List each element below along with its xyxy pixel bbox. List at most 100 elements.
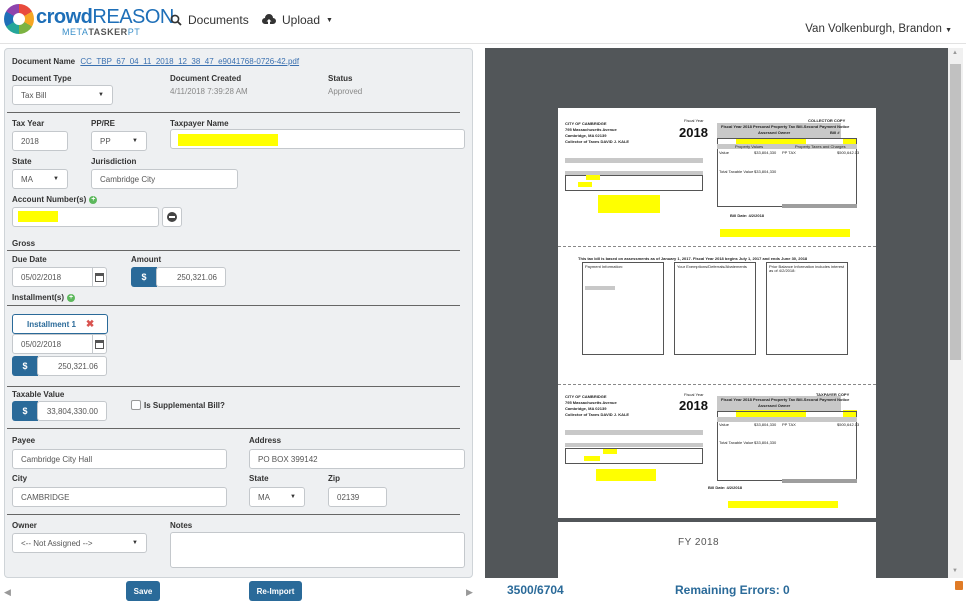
scroll-up-arrow-icon[interactable]: ▲: [952, 50, 958, 56]
divider: [7, 250, 460, 251]
taxable-value-label: Taxable Value: [12, 390, 65, 399]
nav-documents-label: Documents: [188, 13, 249, 27]
doc-city-2: CITY OF CAMBRIDGE: [565, 394, 607, 399]
installment-amount-input[interactable]: 250,321.06: [37, 356, 107, 376]
property-taxes-label: Property Taxes and Charges: [795, 144, 846, 149]
doc-collector: Collector of Taxes DAVID J. KALE: [565, 139, 630, 144]
bill-no-label: Bill #: [830, 130, 840, 135]
nav-documents[interactable]: Documents: [170, 13, 249, 27]
chevron-down-icon: ▼: [53, 176, 59, 182]
city-input[interactable]: CAMBRIDGE: [12, 487, 227, 507]
divider: [7, 514, 460, 515]
remaining-errors: Remaining Errors: 0: [675, 583, 790, 597]
crowdreason-logo[interactable]: crowdREASON METATASKERPT: [4, 3, 174, 41]
value-label: Value: [719, 150, 729, 155]
installment-tab-1[interactable]: Installment 1 ✖: [12, 314, 108, 334]
assessed-owner-2: Assessed Owner: [758, 403, 791, 408]
redaction-highlight: [586, 175, 600, 180]
calendar-icon[interactable]: [92, 334, 106, 354]
taxpayer-name-label: Taxpayer Name: [170, 119, 229, 128]
installments-label: Installment(s): [12, 293, 65, 302]
tax-year-label: Tax Year: [12, 119, 45, 128]
address-input[interactable]: PO BOX 399142: [249, 449, 465, 469]
document-type-value: Tax Bill: [21, 90, 47, 100]
property-values-label: Property Values: [735, 144, 764, 149]
notice-title: Fiscal Year 2018 Personal Property Tax B…: [721, 124, 850, 129]
add-account-icon[interactable]: +: [89, 195, 98, 204]
payee-input[interactable]: Cambridge City Hall: [12, 449, 227, 469]
due-date-value: 05/02/2018: [21, 272, 62, 282]
doc-citystate-2: Cambridge, MA 02139: [565, 406, 607, 411]
owner-select[interactable]: <-- Not Assigned --> ▼: [12, 533, 147, 553]
gross-label: Gross: [12, 239, 36, 248]
state2-select[interactable]: MA ▼: [249, 487, 305, 507]
amount-input[interactable]: 250,321.06: [156, 267, 226, 287]
notes-textarea[interactable]: [170, 532, 465, 568]
status-label: Status: [328, 74, 353, 83]
redaction-highlight: [578, 182, 592, 187]
payment-info-label: Payment Information:: [585, 264, 624, 269]
pdf-page-2: FY 2018: [558, 522, 876, 578]
zip-input[interactable]: 02139: [328, 487, 387, 507]
doc-street-2: 795 Massachusetts Avenue: [565, 400, 617, 405]
city-label: City: [12, 474, 28, 483]
currency-addon: $: [12, 401, 38, 421]
chevron-down-icon: ▼: [132, 138, 138, 144]
remove-account-button[interactable]: [162, 207, 182, 227]
save-button[interactable]: Save: [126, 581, 160, 601]
notice-title-2: Fiscal Year 2018 Personal Property Tax B…: [721, 397, 850, 402]
doc-citystate: Cambridge, MA 02139: [565, 133, 607, 138]
document-type-select[interactable]: Tax Bill ▼: [12, 85, 113, 105]
total-taxable-amount-2: $33,804,330: [754, 440, 777, 445]
state-select[interactable]: MA ▼: [12, 169, 68, 189]
user-menu[interactable]: Van Volkenburgh, Brandon ▼: [805, 23, 952, 35]
state2-label: State: [249, 474, 269, 483]
pp-re-label: PP/RE: [91, 119, 116, 128]
pdf-page-1: COLLECTOR COPY CITY OF CAMBRIDGE 795 Mas…: [558, 108, 876, 518]
pp-re-select[interactable]: PP ▼: [91, 131, 147, 151]
total-taxable-label: Total Taxable Value: [719, 169, 754, 174]
value-label-2: Value: [719, 422, 729, 427]
cloud-upload-icon: [262, 14, 276, 24]
pp-tax-amount: $500,642.13: [837, 150, 860, 155]
total-taxable-label-2: Total Taxable Value: [719, 440, 754, 445]
doc-year: 2018: [679, 125, 708, 140]
currency-addon: $: [131, 267, 157, 287]
exemptions-label: Your Exemptions/Deferrals/Abatements: [677, 264, 747, 269]
scroll-left-arrow-icon[interactable]: ◀: [4, 587, 11, 598]
pp-tax-label-2: PP TAX: [782, 422, 796, 427]
document-name-link[interactable]: CC_TBP_67_04_11_2018_12_38_47_e9041768-0…: [80, 57, 299, 66]
document-created-label: Document Created: [170, 74, 242, 83]
fy-footer: FY 2018: [678, 537, 720, 548]
supplemental-checkbox[interactable]: [131, 400, 141, 410]
tax-year-input[interactable]: 2018: [12, 131, 68, 151]
scroll-down-arrow-icon[interactable]: ▼: [952, 568, 958, 574]
redaction-highlight: [178, 134, 278, 146]
prior-balance-label: Prior Balance Information includes inter…: [769, 264, 845, 274]
redaction-highlight: [603, 449, 617, 454]
value-amount-2: $33,804,330: [754, 422, 777, 427]
pp-re-value: PP: [100, 136, 111, 146]
fiscal-year-label-2: Fiscal Year: [684, 392, 704, 397]
state2-value: MA: [258, 492, 270, 502]
viewer-scrollbar-thumb[interactable]: [950, 64, 961, 360]
redaction-highlight: [598, 195, 660, 213]
trash-icon[interactable]: [955, 581, 963, 590]
logo-sub-b: TASKER: [88, 27, 128, 37]
add-installment-icon[interactable]: +: [67, 293, 76, 302]
account-numbers-label: Account Number(s): [12, 195, 87, 204]
logo-word-b: REASON: [92, 6, 174, 28]
chevron-down-icon: ▼: [98, 92, 104, 98]
taxable-value-input[interactable]: 33,804,330.00: [37, 401, 107, 421]
nav-upload[interactable]: Upload ▼: [262, 13, 333, 27]
scroll-right-arrow-icon[interactable]: ▶: [466, 587, 473, 598]
jurisdiction-input[interactable]: Cambridge City: [91, 169, 238, 189]
supplemental-label: Is Supplemental Bill?: [144, 401, 225, 410]
bill-date-2: Bill Date: 4/2/2018: [708, 485, 743, 490]
jurisdiction-label: Jurisdiction: [91, 157, 137, 166]
logo-mark-icon: [4, 4, 34, 34]
close-icon[interactable]: ✖: [86, 319, 94, 330]
reimport-button[interactable]: Re-Import: [249, 581, 302, 601]
calendar-icon[interactable]: [92, 267, 106, 287]
divider: [7, 112, 460, 113]
